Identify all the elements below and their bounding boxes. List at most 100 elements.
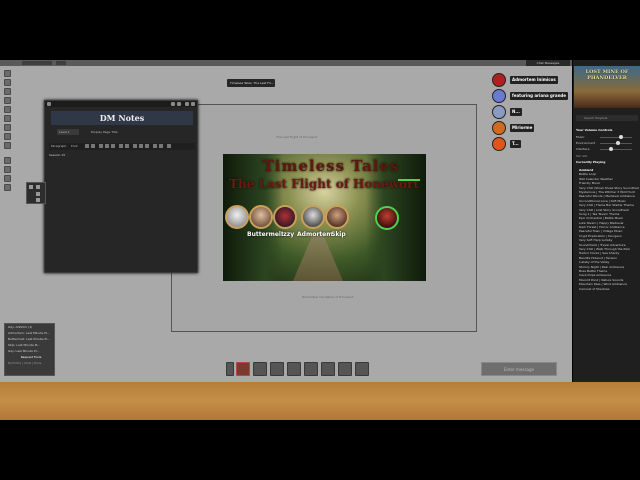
- scene-tab[interactable]: Timeless Tales: The Last Fli...: [227, 79, 275, 87]
- level-select[interactable]: Level 1: [57, 129, 79, 135]
- share-icon[interactable]: [177, 102, 181, 106]
- volume-slider-music[interactable]: Music: [576, 135, 638, 140]
- character-name: Izzy: [281, 231, 295, 238]
- minimize-icon[interactable]: [185, 102, 189, 106]
- code-icon[interactable]: [167, 144, 171, 148]
- scene-caption-bottom: Remember the Name of Honewort: [302, 295, 354, 299]
- token-icon[interactable]: [36, 192, 40, 196]
- ping-tool-icon[interactable]: [4, 184, 11, 191]
- fog-tool-icon[interactable]: [4, 124, 11, 131]
- party-member-name: Miriorme: [510, 124, 535, 132]
- hotbar-slot[interactable]: [321, 362, 335, 376]
- hotbar-slot[interactable]: [304, 362, 318, 376]
- hotbar-page-icon[interactable]: [226, 362, 234, 376]
- top-bar: Chat Messages: [0, 60, 640, 66]
- token-icon[interactable]: [36, 185, 40, 189]
- redo-icon[interactable]: [159, 144, 163, 148]
- avatar: [492, 105, 506, 119]
- settings-tool-icon[interactable]: [4, 166, 11, 173]
- hotbar-slot[interactable]: [270, 362, 284, 376]
- currently-playing-header: Currently Playing: [576, 160, 606, 164]
- top-bar-tab[interactable]: [22, 61, 52, 65]
- party-member[interactable]: Miriorme: [492, 121, 570, 137]
- adventure-cover-image: LOST MINE OF PHANDELVER: [574, 66, 640, 108]
- bold-icon[interactable]: [85, 144, 89, 148]
- slider-knob[interactable]: [616, 141, 620, 145]
- slider-track[interactable]: [600, 149, 632, 150]
- hotbar-slot[interactable]: [338, 362, 352, 376]
- slider-knob[interactable]: [619, 135, 623, 139]
- track-item[interactable]: Carnival of Shadows: [576, 287, 639, 291]
- volume-slider-environment[interactable]: Environment: [576, 141, 638, 146]
- volume-label: Music: [576, 135, 585, 139]
- font-select[interactable]: Font: [71, 144, 78, 148]
- align-left-icon[interactable]: [99, 144, 103, 148]
- avatar: [492, 137, 506, 151]
- track-item[interactable]: Very Chill | Flame Bar Starter Theme: [576, 203, 639, 207]
- paragraph-select[interactable]: Paragraph: [51, 144, 66, 148]
- party-member-name: T...: [510, 140, 521, 148]
- scene-poster[interactable]: Timeless Tales The Last Flight of Honewo…: [223, 154, 426, 281]
- measure-tool-icon[interactable]: [4, 88, 11, 95]
- avatar: [492, 73, 506, 87]
- image-icon[interactable]: [139, 144, 143, 148]
- poster-title: Timeless Tales: [262, 157, 400, 175]
- hotbar-slot[interactable]: [253, 362, 267, 376]
- volume-header[interactable]: Your Volume Controls: [576, 128, 612, 132]
- top-bar-tab[interactable]: [56, 61, 66, 65]
- list-icon[interactable]: [119, 144, 123, 148]
- party-member[interactable]: N...: [492, 105, 570, 121]
- slider-track[interactable]: [600, 137, 632, 138]
- hotbar-slot[interactable]: [355, 362, 369, 376]
- token-icon[interactable]: [29, 185, 33, 189]
- help-tool-icon[interactable]: [4, 157, 11, 164]
- poster-subtitle: The Last Flight of Honewort: [229, 177, 419, 191]
- volume-label: Interface: [576, 147, 590, 151]
- display-title-label[interactable]: Display Page Title: [91, 129, 118, 135]
- table-icon[interactable]: [145, 144, 149, 148]
- edit-icon[interactable]: [47, 102, 51, 106]
- slider-knob[interactable]: [609, 147, 613, 151]
- character-portrait[interactable]: [301, 205, 325, 229]
- party-member-name: N...: [510, 108, 522, 116]
- chat-footer[interactable]: Roll Dice | Chat | Tools: [5, 360, 54, 366]
- ordered-list-icon[interactable]: [125, 144, 129, 148]
- dm-notes-options: Level 1 Display Page Title: [51, 129, 193, 135]
- draw-tool-icon[interactable]: [4, 97, 11, 104]
- chat-messages-button[interactable]: Chat Messages: [526, 60, 570, 66]
- link-icon[interactable]: [133, 144, 137, 148]
- character-name: Buttermelt: [247, 231, 284, 238]
- character-portrait[interactable]: [375, 206, 399, 230]
- dm-notes-titlebar[interactable]: [45, 101, 197, 107]
- undo-icon[interactable]: [153, 144, 157, 148]
- character-portrait[interactable]: [325, 205, 349, 229]
- token-icon[interactable]: [36, 198, 40, 202]
- party-member[interactable]: T...: [492, 137, 570, 153]
- italic-icon[interactable]: [91, 144, 95, 148]
- chat-message-input[interactable]: Enter message: [481, 362, 557, 376]
- character-portrait[interactable]: [249, 205, 273, 229]
- dice-tool-icon[interactable]: [4, 133, 11, 140]
- hotbar-slot[interactable]: [236, 362, 250, 376]
- text-tool-icon[interactable]: [4, 106, 11, 113]
- party-member[interactable]: Admortem Inimicos: [492, 73, 570, 89]
- character-portrait[interactable]: [273, 205, 297, 229]
- volume-slider-interface[interactable]: Interface: [576, 147, 638, 152]
- align-right-icon[interactable]: [111, 144, 115, 148]
- align-center-icon[interactable]: [105, 144, 109, 148]
- select-tool-icon[interactable]: [4, 70, 11, 77]
- undo-tool-icon[interactable]: [4, 175, 11, 182]
- character-portrait[interactable]: [225, 205, 249, 229]
- close-icon[interactable]: [191, 102, 195, 106]
- party-list: Admortem Inimicos featuring ariana grand…: [492, 73, 570, 153]
- cover-title: LOST MINE OF PHANDELVER: [585, 69, 629, 81]
- party-member[interactable]: featuring ariana grande: [492, 89, 570, 105]
- shape-tool-icon[interactable]: [4, 115, 11, 122]
- pan-tool-icon[interactable]: [4, 79, 11, 86]
- playlist-search-input[interactable]: Search Playlists: [576, 115, 638, 121]
- vtt-app: Chat Messages Timeless Tales: The Last F…: [0, 60, 640, 420]
- layer-tool-icon[interactable]: [4, 142, 11, 149]
- dm-notes-body[interactable]: Session 15: [49, 153, 65, 157]
- hotbar-slot[interactable]: [287, 362, 301, 376]
- link-icon[interactable]: [171, 102, 175, 106]
